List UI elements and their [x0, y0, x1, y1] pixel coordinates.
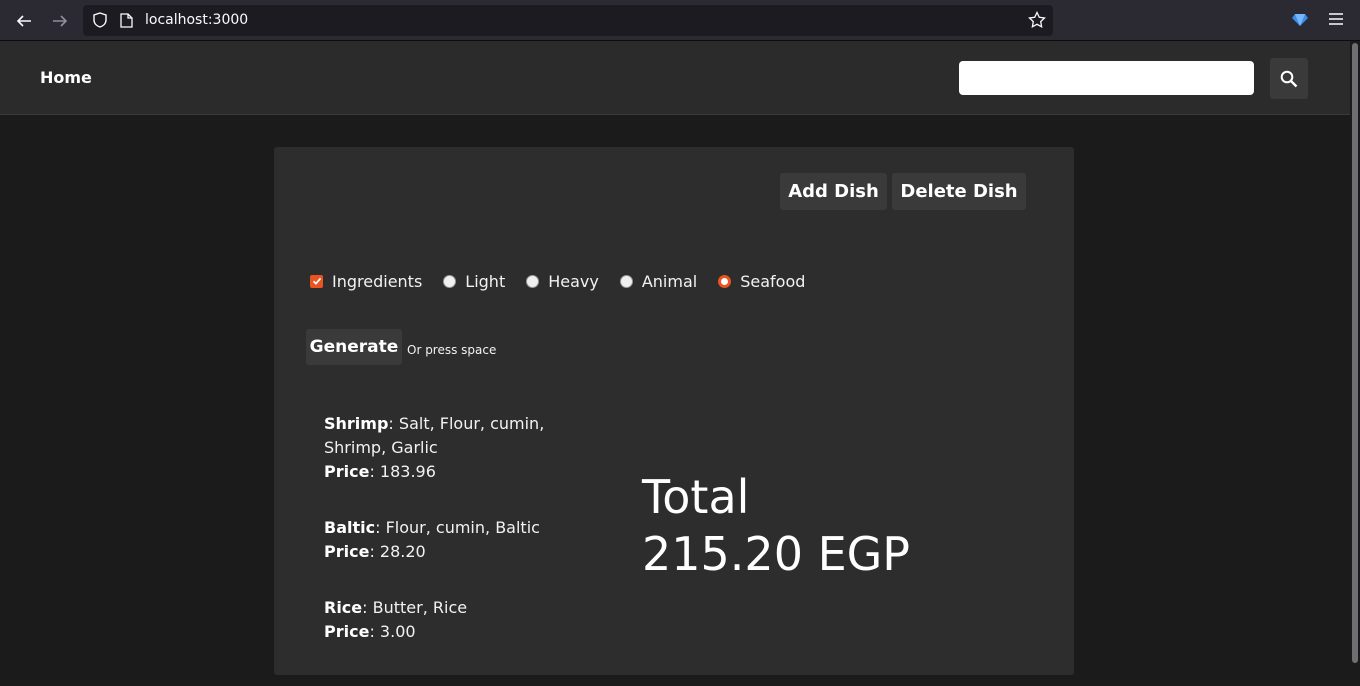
- add-dish-button[interactable]: Add Dish: [780, 173, 887, 210]
- dish-item: Baltic: Flour, cumin, Baltic Price: 28.2…: [324, 518, 540, 561]
- heavy-radio[interactable]: [526, 274, 540, 288]
- extension-gem-icon[interactable]: [1292, 11, 1308, 27]
- seafood-option[interactable]: Seafood: [718, 272, 805, 291]
- hamburger-menu-icon[interactable]: [1328, 12, 1344, 26]
- top-navbar: Home: [0, 41, 1350, 115]
- meal-generator-card: Add Dish Delete Dish Ingredients Light H…: [274, 147, 1074, 675]
- total-value: 215.20 EGP: [642, 527, 911, 581]
- bookmark-star-icon[interactable]: [1028, 11, 1046, 29]
- generate-hint: Or press space: [407, 343, 497, 357]
- dish-price: 28.20: [379, 542, 426, 561]
- dish-name: Shrimp: [324, 414, 389, 433]
- dish-price: 3.00: [379, 622, 416, 641]
- browser-toolbar: localhost:3000: [0, 0, 1360, 41]
- dish-name: Baltic: [324, 518, 376, 537]
- dish-price: 183.96: [379, 462, 436, 481]
- vertical-scrollbar[interactable]: [1350, 41, 1360, 686]
- filter-options: Ingredients Light Heavy Animal Seafood: [310, 271, 826, 291]
- ingredients-option[interactable]: Ingredients: [310, 272, 422, 291]
- dish-item: Shrimp: Salt, Flour, cumin, Shrimp, Garl…: [324, 414, 545, 481]
- scrollbar-thumb[interactable]: [1352, 43, 1358, 663]
- seafood-label: Seafood: [740, 271, 806, 291]
- price-label: Price: [324, 462, 370, 481]
- page-viewport: Home Add Dish Delete Dish Ingredients Li…: [0, 41, 1350, 686]
- address-bar[interactable]: localhost:3000: [83, 5, 1053, 36]
- checkmark-icon: [312, 277, 321, 285]
- forward-arrow-icon[interactable]: [49, 10, 71, 32]
- dish-ingredients: Butter, Rice: [372, 598, 468, 617]
- seafood-radio[interactable]: [718, 274, 732, 288]
- delete-dish-button[interactable]: Delete Dish: [892, 173, 1026, 210]
- total-display: Total 215.20 EGP: [642, 469, 910, 583]
- url-text[interactable]: localhost:3000: [145, 12, 248, 28]
- nav-home-link[interactable]: Home: [40, 68, 92, 87]
- dish-ingredients: Flour, cumin, Baltic: [385, 518, 540, 537]
- price-label: Price: [324, 542, 370, 561]
- animal-label: Animal: [641, 271, 698, 291]
- dish-item: Rice: Butter, Rice Price: 3.00: [324, 598, 468, 641]
- shield-icon[interactable]: [92, 12, 108, 28]
- dish-name: Rice: [324, 598, 363, 617]
- price-label: Price: [324, 622, 370, 641]
- heavy-option[interactable]: Heavy: [526, 272, 599, 291]
- page-icon: [120, 13, 133, 28]
- animal-radio[interactable]: [619, 274, 633, 288]
- heavy-label: Heavy: [548, 271, 599, 291]
- search-input[interactable]: [959, 61, 1254, 95]
- ingredients-checkbox[interactable]: [310, 274, 323, 288]
- animal-option[interactable]: Animal: [619, 271, 698, 291]
- total-label: Total: [642, 470, 750, 524]
- generate-button[interactable]: Generate: [306, 329, 402, 365]
- back-arrow-icon[interactable]: [13, 10, 35, 32]
- light-radio[interactable]: [443, 274, 457, 288]
- light-option[interactable]: Light: [443, 272, 505, 291]
- search-button[interactable]: [1270, 58, 1308, 99]
- light-label: Light: [465, 271, 506, 291]
- search-icon: [1280, 70, 1298, 87]
- ingredients-label: Ingredients: [332, 271, 423, 291]
